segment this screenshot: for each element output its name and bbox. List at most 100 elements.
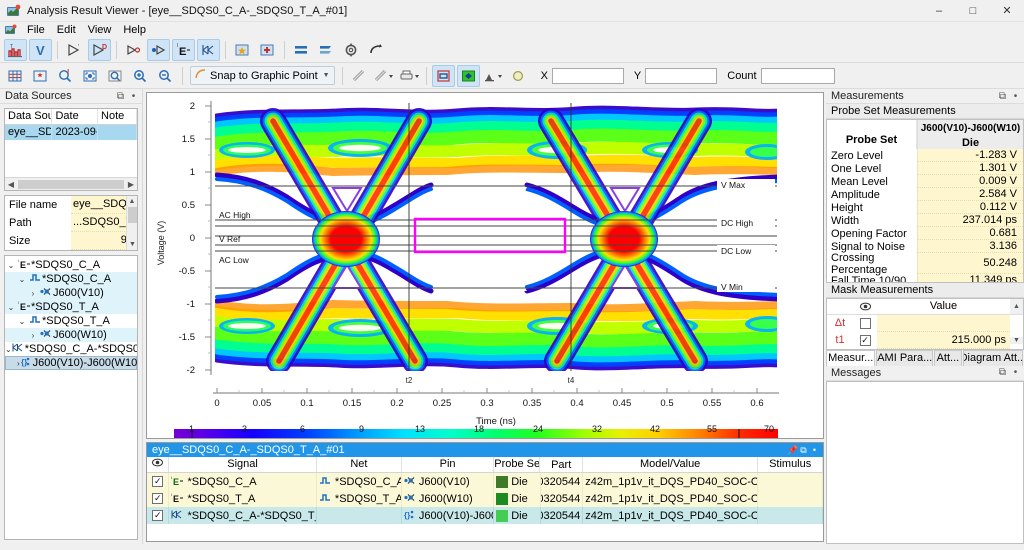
menu-item-file[interactable]: File	[21, 24, 51, 36]
scroll-thumb[interactable]	[18, 180, 124, 189]
col-note[interactable]: Note	[98, 109, 137, 124]
measure-menu-tool-button[interactable]	[373, 65, 396, 87]
scroll-thumb[interactable]	[128, 207, 137, 223]
properties-vertical-scrollbar[interactable]: ▲ ▼	[126, 196, 137, 250]
col-signal[interactable]: Signal	[169, 457, 317, 472]
col-stimulus[interactable]: Stimulus	[758, 457, 823, 472]
tab-ami-parameters[interactable]: AMI Para...	[876, 350, 933, 366]
scroll-right-icon[interactable]: ▶	[125, 180, 137, 189]
tab-attributes[interactable]: Att...	[934, 350, 962, 366]
grid-tool-button[interactable]	[4, 65, 27, 87]
x-input[interactable]	[552, 68, 624, 84]
grid-horizontal-scrollbar[interactable]: ◀ ▶	[5, 177, 137, 190]
eye-diagram-svg[interactable]: Voltage (V) 21.51 0.50-0.5 -1-1.5-2	[147, 93, 824, 439]
expander-icon[interactable]: ⌄	[16, 317, 28, 326]
mask-row-t1[interactable]: t1 ✓ 215.000 ps ▼	[827, 332, 1023, 349]
waveform-tool-button[interactable]: T	[4, 39, 27, 61]
col-value[interactable]: Value	[877, 299, 1010, 314]
minimize-button[interactable]: –	[922, 0, 956, 22]
col-probe-set-header[interactable]: Probe Set	[827, 120, 917, 149]
scroll-left-icon[interactable]: ◀	[5, 180, 17, 189]
scroll-up-icon[interactable]: ▲	[1010, 299, 1023, 314]
menu-item-view[interactable]: View	[82, 24, 118, 36]
zoom-in-tool-button[interactable]	[129, 65, 152, 87]
close-button[interactable]: ✕	[990, 0, 1024, 22]
col-pin[interactable]: Pin	[402, 457, 494, 472]
eye-diagram-plot[interactable]: Voltage (V) 21.51 0.50-0.5 -1-1.5-2	[146, 92, 824, 439]
col-net[interactable]: Net	[317, 457, 402, 472]
property-row[interactable]: Path ...SDQS0_T_A_	[5, 214, 137, 232]
tree-item-j600-v10[interactable]: › J600(V10)	[5, 286, 137, 300]
expander-icon[interactable]: ›	[27, 289, 39, 298]
scroll-up-icon[interactable]: ▲	[127, 196, 137, 207]
measurement-row[interactable]: Mean Level 0.009 V	[827, 175, 1023, 188]
driver-d-tool-button[interactable]: D	[88, 39, 111, 61]
col-model-value[interactable]: Model/Value	[583, 457, 758, 472]
dropdown-icon[interactable]: •	[1009, 367, 1022, 378]
expander-icon[interactable]: ›	[27, 331, 39, 340]
bookmark-star-tool-button[interactable]	[231, 39, 254, 61]
print-tool-button[interactable]	[398, 65, 421, 87]
dropdown-icon[interactable]: •	[127, 91, 140, 102]
mask-row-checkbox[interactable]: ✓	[853, 335, 877, 346]
col-visibility[interactable]	[147, 457, 169, 472]
measurement-row[interactable]: Zero Level -1.283 V	[827, 149, 1023, 162]
align-rows-tool-button[interactable]	[290, 39, 313, 61]
fit-tool-button[interactable]	[79, 65, 102, 87]
zoom-area-tool-button[interactable]	[104, 65, 127, 87]
tree-item-j600-v10-j600-w10[interactable]: › {} J600(V10)-J600(W10)	[5, 356, 137, 370]
measurement-row[interactable]: Height 0.112 V	[827, 201, 1023, 214]
scroll-down-icon[interactable]: ▼	[1010, 337, 1023, 344]
expander-icon[interactable]: ⌄	[5, 303, 17, 312]
y-input[interactable]	[645, 68, 717, 84]
buffer-tool-button[interactable]	[122, 39, 145, 61]
histogram-tool-button[interactable]	[482, 65, 505, 87]
tree-item-sdqs0-t-a-eye[interactable]: ⌄ IE *SDQS0_T_A	[5, 300, 137, 314]
property-row[interactable]: File name eye__SDQS0_C	[5, 196, 137, 214]
settings-tool-button[interactable]	[340, 39, 363, 61]
data-sources-row[interactable]: eye__SD... 2023-09-...	[5, 125, 137, 140]
pin-icon[interactable]: 📌	[787, 445, 798, 456]
zoom-query-tool-button[interactable]: !	[54, 65, 77, 87]
tree-item-sdqs0-t-a-signal[interactable]: ⌄ *SDQS0_T_A	[5, 314, 137, 328]
measurement-row[interactable]: Fall Time 10/90 11.349 ps	[827, 274, 1023, 283]
circle-tool-button[interactable]	[507, 65, 530, 87]
col-probe-set[interactable]: Probe Set	[494, 457, 540, 472]
row-checkbox[interactable]: ✓	[147, 473, 169, 490]
table-row[interactable]: ✓ IE *SDQS0_C_A *SDQS0_C_A	[147, 473, 823, 490]
restore-icon[interactable]: ⧉	[996, 91, 1009, 102]
visibility-icon[interactable]	[853, 299, 877, 314]
driver-tool-button[interactable]: '	[63, 39, 86, 61]
snap-mode-dropdown[interactable]: Snap to Graphic Point ▼	[190, 66, 335, 85]
bookmark-add-tool-button[interactable]	[256, 39, 279, 61]
col-date[interactable]: Date	[52, 109, 98, 124]
col-part[interactable]: Part	[540, 457, 583, 472]
measurement-row[interactable]: Opening Factor 0.681	[827, 227, 1023, 240]
count-input[interactable]	[761, 68, 835, 84]
zoom-out-tool-button[interactable]	[154, 65, 177, 87]
col-probe-name[interactable]: J600(V10)-J600(W10)	[918, 120, 1023, 137]
measurement-row[interactable]: One Level 1.301 V	[827, 162, 1023, 175]
voltage-tool-button[interactable]: V	[29, 39, 52, 61]
tab-diagram-attributes[interactable]: Diagram Att...	[963, 350, 1023, 366]
mask-row-delta-t[interactable]: Δt	[827, 315, 1023, 332]
tree-item-diff-eye[interactable]: ⌄ *SDQS0_C_A-*SDQS0_T_A	[5, 342, 137, 356]
messages-content[interactable]	[826, 381, 1024, 545]
align-rows2-tool-button[interactable]	[315, 39, 338, 61]
dropdown-icon[interactable]: •	[1009, 91, 1022, 102]
table-row[interactable]: ✓ *SDQS0_C_A-*SDQS0_T_A {} J600(V10)-J60…	[147, 507, 823, 524]
restore-icon[interactable]: ⧉	[996, 367, 1009, 378]
undo-tool-button[interactable]	[365, 39, 388, 61]
tree-item-j600-w10[interactable]: › J600(W10)	[5, 328, 137, 342]
col-data-source[interactable]: Data Sour	[5, 109, 52, 124]
eye-tool-button[interactable]: IE	[172, 39, 195, 61]
expander-icon[interactable]: ⌄	[5, 261, 17, 270]
measurement-row[interactable]: Amplitude 2.584 V	[827, 188, 1023, 201]
tree-item-sdqs0-c-a-signal[interactable]: ⌄ *SDQS0_C_A	[5, 272, 137, 286]
tree-item-sdqs0-c-a-eye[interactable]: ⌄ IE *SDQS0_C_A	[5, 258, 137, 272]
measurement-row[interactable]: Crossing Percentage 50.248	[827, 253, 1023, 274]
tab-measurements[interactable]: Measur...	[826, 350, 875, 366]
row-checkbox[interactable]: ✓	[147, 507, 169, 524]
markers-tool-button[interactable]	[29, 65, 52, 87]
eye-mask-tool-button[interactable]	[457, 65, 480, 87]
